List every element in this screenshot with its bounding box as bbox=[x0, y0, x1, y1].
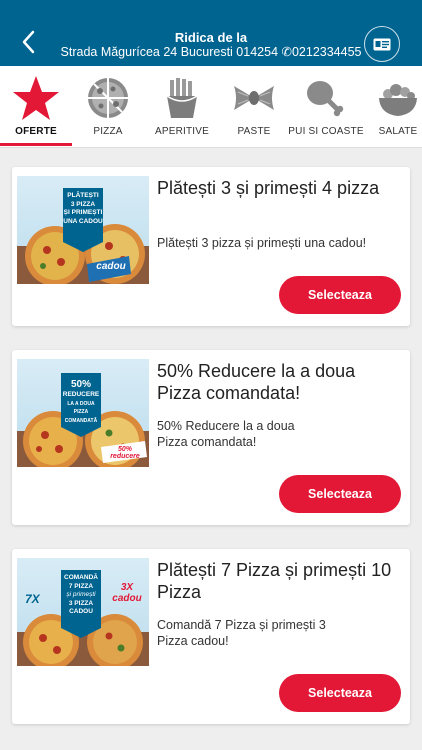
offer-image-badge: 50% reducere bbox=[110, 446, 140, 460]
category-oferte[interactable]: OFERTE bbox=[0, 66, 76, 147]
store-info-button[interactable] bbox=[364, 26, 400, 62]
offer-image[interactable]: 50% REDUCERE LA A DOUA PIZZA COMANDATĂ 5… bbox=[17, 359, 149, 467]
pasta-icon bbox=[228, 74, 280, 122]
id-card-icon bbox=[373, 38, 391, 50]
offer-card: 50% REDUCERE LA A DOUA PIZZA COMANDATĂ 5… bbox=[12, 350, 410, 525]
category-label: APERITIVE bbox=[154, 126, 210, 137]
select-offer-button[interactable]: Selecteaza bbox=[279, 276, 401, 314]
offer-image-badge: cadou bbox=[96, 261, 126, 272]
offer-title: 50% Reducere la a doua Pizza comandata! bbox=[157, 361, 356, 403]
offer-image[interactable]: COMANDĂ 7 PIZZA și primești 3 PIZZA CADO… bbox=[17, 558, 149, 666]
chicken-leg-icon bbox=[300, 74, 352, 122]
select-offer-button[interactable]: Selecteaza bbox=[279, 475, 401, 513]
category-salate[interactable]: SALATE bbox=[358, 66, 422, 147]
offer-description: Plătești 3 pizza și primești una cadou! bbox=[157, 236, 367, 250]
fries-icon bbox=[156, 74, 208, 122]
star-icon bbox=[10, 74, 62, 122]
offer-image-left-badge: 7X bbox=[25, 592, 40, 606]
category-aperitive[interactable]: APERITIVE bbox=[142, 66, 222, 147]
offer-description: Comandă 7 Pizza și primești 3 Pizza cado… bbox=[157, 618, 326, 648]
category-pui-si-coaste[interactable]: PUI SI COASTE bbox=[286, 66, 366, 147]
active-category-indicator bbox=[0, 143, 72, 146]
category-label: PIZZA bbox=[93, 126, 123, 137]
category-label: OFERTE bbox=[15, 126, 57, 137]
offer-card: PLĂTEȘTI 3 PIZZA ȘI PRIMEȘTI UNA CADOU c… bbox=[12, 167, 410, 326]
offer-title: Plătești 7 Pizza și primești 10 Pizza bbox=[157, 560, 392, 602]
offer-image-banner: COMANDĂ 7 PIZZA și primești 3 PIZZA CADO… bbox=[64, 574, 98, 615]
offer-title: Plătești 3 și primești 4 pizza bbox=[157, 178, 380, 198]
category-pizza[interactable]: PIZZA bbox=[68, 66, 148, 147]
category-label: SALATE bbox=[378, 126, 418, 137]
pizza-icon bbox=[82, 74, 134, 122]
select-offer-button[interactable]: Selecteaza bbox=[279, 674, 401, 712]
category-label: PUI SI COASTE bbox=[288, 126, 364, 137]
header-bar: Ridica de la Strada Măgurícea 24 Bucures… bbox=[0, 0, 422, 66]
offer-image-banner: PLĂTEȘTI 3 PIZZA ȘI PRIMEȘTI UNA CADOU bbox=[63, 192, 103, 225]
header-title: Ridica de la bbox=[174, 30, 248, 45]
offer-description: 50% Reducere la a doua Pizza comandata! bbox=[157, 419, 295, 449]
offer-image[interactable]: PLĂTEȘTI 3 PIZZA ȘI PRIMEȘTI UNA CADOU c… bbox=[17, 176, 149, 284]
store-address: Strada Măgurícea 24 Bucuresti 014254 ✆02… bbox=[60, 45, 362, 59]
category-label: PASTE bbox=[237, 126, 271, 137]
offer-image-badge: 3X cadou bbox=[112, 582, 142, 604]
category-bar: OFERTE PIZZA APERITIVE PASTE PUI SI COAS… bbox=[0, 66, 422, 148]
offer-image-banner: 50% REDUCERE LA A DOUA PIZZA COMANDATĂ bbox=[62, 379, 100, 424]
category-paste[interactable]: PASTE bbox=[214, 66, 294, 147]
salad-bowl-icon bbox=[372, 74, 422, 122]
offer-card: COMANDĂ 7 PIZZA și primești 3 PIZZA CADO… bbox=[12, 549, 410, 724]
